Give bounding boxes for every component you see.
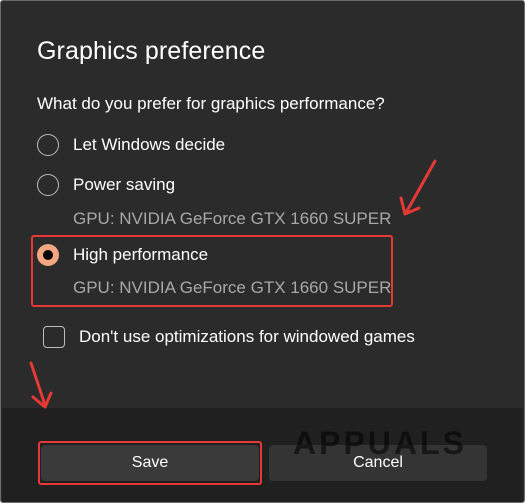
radio-label: High performance bbox=[73, 245, 209, 264]
radio-let-windows-decide[interactable]: Let Windows decide bbox=[37, 134, 225, 156]
save-button[interactable]: Save bbox=[41, 445, 259, 481]
radio-high-performance[interactable]: High performance bbox=[37, 244, 208, 266]
checkbox-label: Don't use optimizations for windowed gam… bbox=[79, 327, 415, 346]
radio-label: Power saving bbox=[73, 175, 176, 194]
radio-button-icon[interactable] bbox=[37, 134, 59, 156]
window-frame: Graphics preference What do you prefer f… bbox=[0, 0, 525, 503]
radio-button-selected-icon[interactable] bbox=[37, 244, 59, 266]
windowed-games-optimization-checkbox[interactable]: Don't use optimizations for windowed gam… bbox=[43, 326, 415, 348]
power-saving-gpu-text: GPU: NVIDIA GeForce GTX 1660 SUPER bbox=[73, 209, 392, 228]
radio-label: Let Windows decide bbox=[73, 135, 226, 154]
cancel-button[interactable]: Cancel bbox=[269, 445, 487, 481]
high-performance-gpu-text: GPU: NVIDIA GeForce GTX 1660 SUPER bbox=[73, 278, 392, 297]
radio-button-icon[interactable] bbox=[37, 174, 59, 196]
checkbox-icon[interactable] bbox=[43, 326, 65, 348]
dialog-prompt: What do you prefer for graphics performa… bbox=[37, 94, 385, 113]
dialog-title: Graphics preference bbox=[37, 37, 266, 65]
radio-power-saving[interactable]: Power saving bbox=[37, 174, 175, 196]
